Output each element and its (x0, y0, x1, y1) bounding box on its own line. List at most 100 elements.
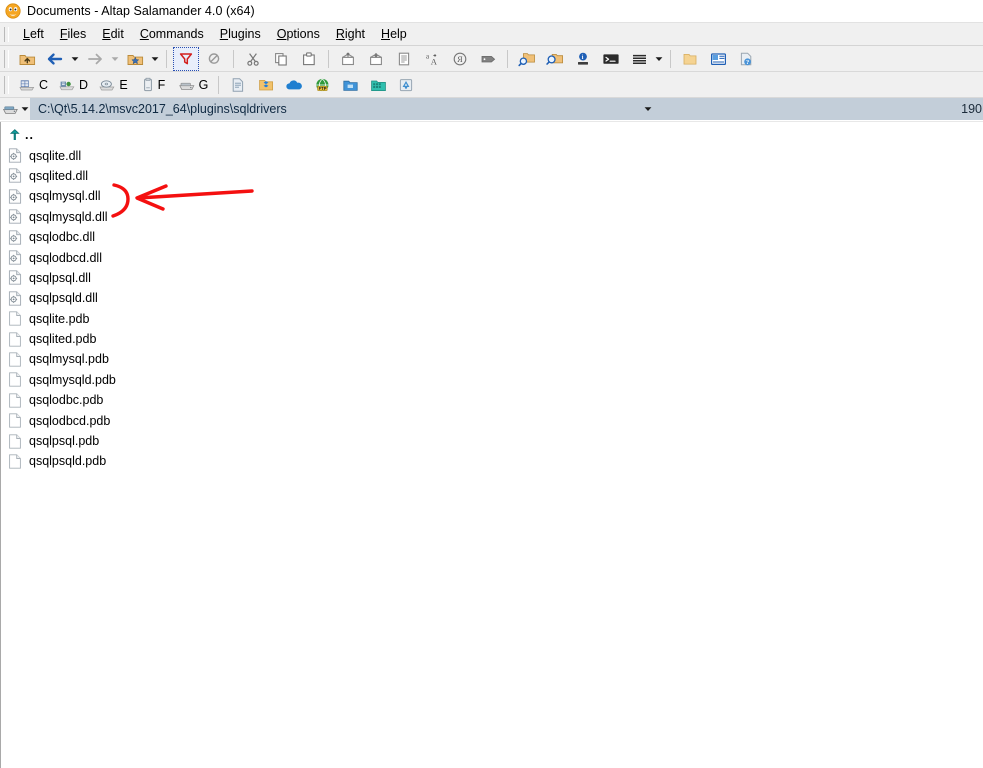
toolbar-paste[interactable] (296, 47, 322, 71)
file-row[interactable]: qsqlpsqld.pdb (4, 451, 983, 471)
toolbar-forward[interactable] (82, 47, 108, 71)
generic-file-icon (7, 311, 23, 327)
toolbar-cut[interactable] (240, 47, 266, 71)
toolbar-back-history[interactable] (69, 48, 80, 70)
shortcut-dropbox[interactable] (253, 73, 279, 97)
toolbar-back[interactable] (42, 47, 68, 71)
toolbar-forward-history[interactable] (109, 48, 120, 70)
menu-files[interactable]: Files (52, 25, 94, 43)
file-name: qsqlodbc.dll (29, 230, 96, 245)
file-row[interactable]: qsqlodbc.dll (4, 227, 983, 247)
shortcut-onedrive[interactable] (281, 73, 307, 97)
file-row[interactable]: qsqlite.pdb (4, 309, 983, 329)
file-row[interactable]: qsqlodbc.pdb (4, 390, 983, 410)
menu-options[interactable]: Options (269, 25, 328, 43)
path-bar: C:\Qt\5.14.2\msvc2017_64\plugins\sqldriv… (0, 98, 983, 121)
file-row[interactable]: qsqlodbcd.dll (4, 247, 983, 267)
generic-file-icon (7, 331, 23, 347)
drives-toolbar: C D E F G FTP (0, 72, 983, 98)
toolbar-label[interactable] (475, 47, 501, 71)
toolbar-pack[interactable] (335, 47, 361, 71)
shortcut-plugins[interactable] (365, 73, 391, 97)
title-bar: Documents - Altap Salamander 4.0 (x64) (0, 0, 983, 22)
dll-file-icon (7, 188, 23, 204)
drive-label-d: D (78, 77, 89, 92)
file-row[interactable]: qsqlmysql.pdb (4, 349, 983, 369)
path-dropdown-button[interactable] (640, 98, 656, 120)
salamander-logo-icon (5, 3, 21, 19)
toolbar-filter[interactable] (173, 46, 199, 71)
file-name: qsqlpsql.pdb (29, 434, 100, 449)
menu-grip-handle[interactable] (4, 26, 9, 42)
toolbar-user-menu[interactable] (705, 47, 731, 71)
drives-toolbar-grip[interactable] (4, 75, 9, 94)
file-row[interactable]: qsqlodbcd.pdb (4, 410, 983, 430)
menu-bar: Left Files Edit Commands Plugins Options… (0, 22, 983, 46)
file-row[interactable]: qsqlited.pdb (4, 329, 983, 349)
file-row[interactable]: qsqlmysqld.pdb (4, 370, 983, 390)
file-row[interactable]: qsqlpsql.dll (4, 268, 983, 288)
menu-help[interactable]: Help (373, 25, 415, 43)
toolbar-view-mode-menu[interactable] (653, 48, 664, 70)
shortcut-network[interactable] (337, 73, 363, 97)
file-row[interactable]: qsqlpsql.pdb (4, 431, 983, 451)
main-toolbar-grip[interactable] (4, 49, 9, 68)
file-row[interactable]: qsqlpsqld.dll (4, 288, 983, 308)
toolbar-console[interactable] (598, 47, 624, 71)
file-list[interactable]: .. qsqlite.dll qsqlited.dll qsqlmysql.dll q… (4, 122, 983, 768)
toolbar-help[interactable]: ? (733, 47, 759, 71)
toolbar-unpack[interactable] (363, 47, 389, 71)
toolbar-change-case[interactable]: a A (419, 47, 445, 71)
path-drive-button[interactable] (0, 98, 30, 120)
panel-size-label: 190 (961, 102, 982, 116)
drive-label-e: E (119, 77, 128, 92)
drive-button-e[interactable]: E (94, 73, 132, 97)
file-row[interactable]: qsqlmysqld.dll (4, 207, 983, 227)
toolbar-go-up[interactable] (14, 47, 40, 71)
menu-right[interactable]: Right (328, 25, 373, 43)
file-row[interactable]: qsqlite.dll (4, 145, 983, 165)
menu-left[interactable]: Left (15, 25, 52, 43)
toolbar-filter-clear[interactable] (201, 47, 227, 71)
shortcut-recycle-bin[interactable] (393, 73, 419, 97)
drive-button-f[interactable]: F (134, 73, 172, 97)
generic-file-icon (7, 433, 23, 449)
toolbar-open-folder[interactable] (677, 47, 703, 71)
drives-toolbar-separator (218, 75, 219, 94)
shortcut-documents[interactable] (225, 73, 251, 97)
file-row[interactable]: qsqlmysql.dll (4, 186, 983, 206)
toolbar-copy[interactable] (268, 47, 294, 71)
menu-commands[interactable]: Commands (132, 25, 212, 43)
menu-edit[interactable]: Edit (94, 25, 132, 43)
dll-file-icon (7, 270, 23, 286)
toolbar-find-file[interactable] (514, 47, 540, 71)
menu-plugins[interactable]: Plugins (212, 25, 269, 43)
toolbar-hot-paths-menu[interactable] (149, 48, 160, 70)
window-title: Documents - Altap Salamander 4.0 (x64) (27, 4, 255, 18)
drive-button-d[interactable]: D (54, 73, 92, 97)
file-panel: .. qsqlite.dll qsqlited.dll qsqlmysql.dll q… (0, 121, 983, 768)
file-name: .. (25, 128, 34, 143)
toolbar-convert[interactable]: Я (447, 47, 473, 71)
drive-button-c[interactable]: C (14, 73, 52, 97)
generic-file-icon (7, 351, 23, 367)
file-row[interactable]: qsqlited.dll (4, 166, 983, 186)
shortcut-ftp[interactable]: FTP (309, 73, 335, 97)
file-name: qsqlite.pdb (29, 311, 90, 326)
toolbar-properties[interactable] (391, 47, 417, 71)
hard-drive-icon (2, 102, 19, 116)
file-name: qsqlited.dll (29, 168, 89, 183)
toolbar-hot-paths[interactable] (122, 47, 148, 71)
toolbar-separator (507, 49, 508, 68)
chevron-down-icon (21, 106, 29, 112)
drive-button-g[interactable]: G (174, 73, 212, 97)
toolbar-view-mode[interactable] (626, 47, 652, 71)
toolbar-disk-info[interactable]: i (570, 47, 596, 71)
svg-text:?: ? (746, 59, 749, 66)
file-name: qsqlodbcd.pdb (29, 413, 111, 428)
path-input[interactable]: C:\Qt\5.14.2\msvc2017_64\plugins\sqldriv… (30, 98, 983, 120)
toolbar-find-in-folder[interactable] (542, 47, 568, 71)
file-row-parent[interactable]: .. (4, 125, 983, 145)
file-name: qsqlodbc.pdb (29, 393, 104, 408)
svg-text:FTP: FTP (318, 85, 326, 90)
